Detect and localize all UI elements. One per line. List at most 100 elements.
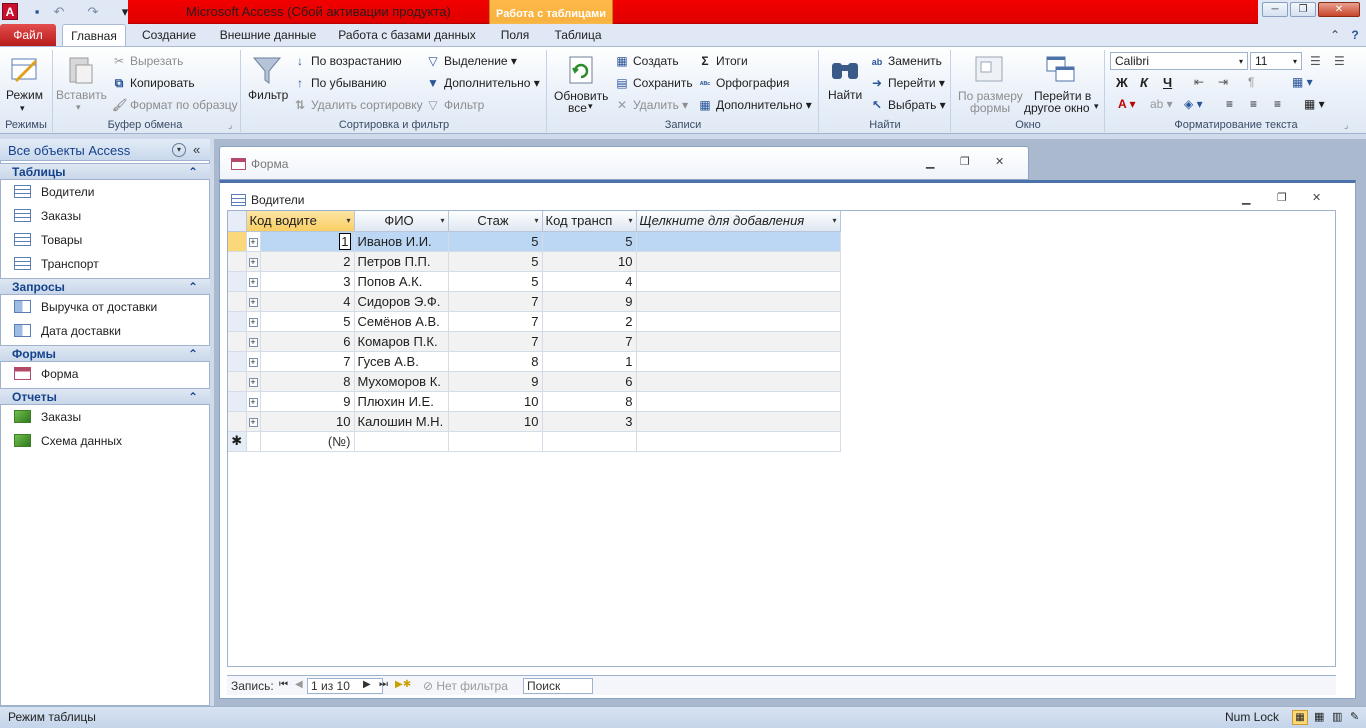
cell-experience[interactable]: 10 [448,391,543,412]
cell-transport-id[interactable]: 6 [542,371,637,392]
cell-transport-id[interactable]: 7 [542,331,637,352]
refresh-all-button[interactable] [564,53,598,90]
cell-transport-id[interactable]: 5 [542,231,637,252]
column-header-add-field[interactable]: Щелкните для добавления ▾ [636,211,841,232]
cell-add-field[interactable] [636,251,841,272]
column-header-transport-id[interactable]: Код трансп ▾ [542,211,637,232]
cell-driver-id[interactable]: 1 [260,231,355,252]
table-row[interactable]: +5 Семёнов А.В. 7 2 [228,311,841,332]
align-center-icon[interactable]: ≡ [1250,97,1257,111]
bullets-icon[interactable]: ☰ [1310,54,1321,68]
align-right-icon[interactable]: ≡ [1274,97,1281,111]
pivot-chart-view-icon[interactable]: ▥ [1332,710,1342,723]
minimize-window-button[interactable]: ─ [1262,2,1288,17]
chevron-down-icon[interactable]: ▾ [534,216,538,225]
customize-qat-icon[interactable]: ▾ [116,3,134,21]
nav-item-delivery-revenue[interactable]: Выручка от доставки [14,297,157,317]
view-button[interactable] [8,53,42,90]
nav-group-queries[interactable]: Запросы ⌃ [0,278,210,295]
chevron-down-icon[interactable]: ▾ [440,216,444,225]
table-row[interactable]: +2 Петров П.П. 5 10 [228,251,841,272]
cell-name[interactable]: Иванов И.И. [354,231,449,252]
table-row[interactable]: +8 Мухоморов К. 9 6 [228,371,841,392]
numbering-icon[interactable]: ☰ [1334,54,1345,68]
expand-subdatasheet[interactable]: + [246,311,261,332]
toggle-filter-button[interactable]: ▽ Фильтр [426,98,484,112]
minimize-icon[interactable]: ▁ [926,156,934,169]
cell-name[interactable]: Комаров П.К. [354,331,449,352]
cell-experience[interactable]: 7 [448,331,543,352]
expand-subdatasheet[interactable]: + [246,391,261,412]
save-icon[interactable]: ▪ [28,3,46,21]
spelling-button[interactable]: ᴬᴮᶜ Орфография [698,76,790,90]
record-selector[interactable] [228,351,247,372]
clear-sort-button[interactable]: ⇅ Удалить сортировку [293,98,423,112]
undo-icon[interactable]: ↶ [50,3,68,21]
collapse-ribbon-icon[interactable]: ⌃ [1328,24,1342,46]
cell-new-add-field[interactable] [636,431,841,452]
delete-record-button[interactable]: ✕ Удалить ▾ [615,98,688,112]
record-selector[interactable] [228,251,247,272]
replace-button[interactable]: ab Заменить [870,54,942,68]
font-color-icon[interactable]: A ▾ [1118,97,1136,111]
table-row[interactable]: +4 Сидоров Э.Ф. 7 9 [228,291,841,312]
restore-icon[interactable]: ❐ [1277,191,1287,204]
cell-driver-id[interactable]: 5 [260,311,355,332]
nav-item-data-schema[interactable]: Схема данных [14,431,122,451]
nav-item-transport[interactable]: Транспорт [14,254,99,274]
cell-transport-id[interactable]: 9 [542,291,637,312]
gridlines-icon[interactable]: ▦ ▾ [1292,75,1313,89]
underline-button[interactable]: Ч [1163,75,1172,90]
cell-transport-id[interactable]: 8 [542,391,637,412]
shutter-bar-icon[interactable]: « [193,142,200,157]
dialog-launcher-icon[interactable]: ⌟ [228,120,232,131]
selection-button[interactable]: ▽ Выделение ▾ [426,54,517,68]
sort-descending-button[interactable]: ↑ По убыванию [293,76,387,90]
copy-button[interactable]: ⧉ Копировать [112,76,195,91]
find-button[interactable] [828,53,862,90]
expand-subdatasheet[interactable]: + [246,231,261,252]
tab-table[interactable]: Таблица [548,24,608,46]
restore-window-button[interactable]: ❐ [1290,2,1316,17]
cut-button[interactable]: ✂ Вырезать [112,54,183,68]
cell-experience[interactable]: 7 [448,311,543,332]
nav-item-orders[interactable]: Заказы [14,206,81,226]
datasheet-grid[interactable]: Код водите ▾ ФИО ▾ Стаж ▾ Код трансп ▾ Щелкн… [227,210,1336,667]
cell-transport-id[interactable]: 10 [542,251,637,272]
switch-windows-button[interactable] [1044,53,1078,90]
record-selector[interactable] [228,311,247,332]
chevron-down-icon[interactable]: ▾ [832,216,836,225]
close-window-button[interactable]: ✕ [1318,2,1360,17]
new-record-row[interactable]: ✱ (№) [228,431,841,452]
help-icon[interactable]: ? [1348,24,1362,46]
chevron-down-icon[interactable]: ▾ [628,216,632,225]
cell-add-field[interactable] [636,271,841,292]
cell-name[interactable]: Семёнов А.В. [354,311,449,332]
tab-fields[interactable]: Поля [492,24,538,46]
cell-add-field[interactable] [636,311,841,332]
font-size-select[interactable]: 11 ▾ [1250,52,1302,70]
more-records-button[interactable]: ▦ Дополнительно ▾ [698,98,811,112]
column-header-name[interactable]: ФИО ▾ [354,211,449,232]
align-left-icon[interactable]: ≡ [1226,97,1233,111]
expand-subdatasheet[interactable]: + [246,371,261,392]
cell-driver-id[interactable]: 7 [260,351,355,372]
select-all-corner[interactable] [228,211,247,232]
cell-experience[interactable]: 8 [448,351,543,372]
increase-indent-icon[interactable]: ⇥ [1218,75,1228,89]
highlight-icon[interactable]: ab ▾ [1150,97,1173,111]
paragraph-icon[interactable]: ¶ [1248,75,1254,89]
cell-add-field[interactable] [636,351,841,372]
tab-create[interactable]: Создание [134,24,204,46]
cell-driver-id[interactable]: 3 [260,271,355,292]
table-row[interactable]: +1 Иванов И.И. 5 5 [228,231,841,252]
nav-item-drivers[interactable]: Водители [14,182,94,202]
expand-subdatasheet[interactable]: + [246,411,261,432]
cell-add-field[interactable] [636,371,841,392]
nav-group-tables[interactable]: Таблицы ⌃ [0,163,210,180]
record-selector[interactable] [228,371,247,392]
fill-color-icon[interactable]: ◈ ▾ [1184,97,1203,111]
record-selector[interactable] [228,271,247,292]
table-row[interactable]: +3 Попов А.К. 5 4 [228,271,841,292]
restore-icon[interactable]: ❐ [960,155,970,168]
